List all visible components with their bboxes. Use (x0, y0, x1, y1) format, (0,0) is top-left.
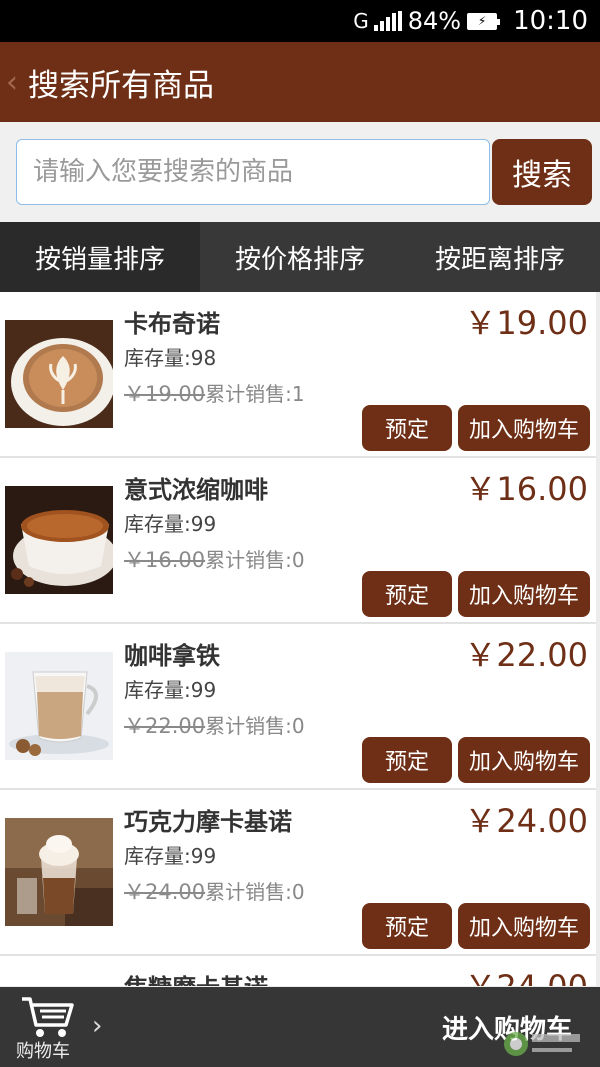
product-item[interactable]: 卡布奇诺 库存量:98 ￥19.00累计销售:1 ￥19.00 预定 加入购物车 (0, 292, 596, 458)
product-price: ￥24.00 (464, 962, 588, 986)
clock: 10:10 (513, 6, 588, 36)
product-stock: 库存量:98 (124, 346, 217, 370)
status-bar: G 84% ⚡ 10:10 (0, 0, 600, 42)
product-name: 咖啡拿铁 (124, 642, 220, 670)
reserve-button[interactable]: 预定 (362, 737, 452, 783)
tab-sort-by-sales[interactable]: 按销量排序 (0, 222, 200, 292)
back-icon[interactable]: ‹ (6, 65, 26, 100)
product-item[interactable]: 巧克力摩卡基诺 库存量:99 ￥24.00累计销售:0 ￥24.00 预定 加入… (0, 790, 596, 956)
reserve-button[interactable]: 预定 (362, 571, 452, 617)
sales-count: 累计销售:0 (205, 880, 305, 904)
cart-label: 购物车 (16, 1041, 70, 1062)
product-name: 意式浓缩咖啡 (124, 476, 268, 504)
product-meta: ￥24.00累计销售:0 (124, 876, 305, 906)
product-price: ￥24.00 (464, 802, 588, 840)
product-meta: ￥19.00累计销售:1 (124, 378, 305, 408)
product-item[interactable]: 焦糖摩卡基诺 ￥24.00 (0, 956, 596, 986)
original-price: ￥24.00 (124, 880, 206, 904)
product-list: 卡布奇诺 库存量:98 ￥19.00累计销售:1 ￥19.00 预定 加入购物车… (0, 292, 600, 986)
add-to-cart-button[interactable]: 加入购物车 (458, 737, 590, 783)
product-item[interactable]: 意式浓缩咖啡 库存量:99 ￥16.00累计销售:0 ￥16.00 预定 加入购… (0, 458, 596, 624)
battery-percent: 84% (407, 7, 462, 35)
battery-icon: ⚡ (467, 12, 501, 30)
original-price: ￥19.00 (124, 382, 206, 406)
tab-sort-by-price[interactable]: 按价格排序 (200, 222, 400, 292)
add-to-cart-button[interactable]: 加入购物车 (458, 571, 590, 617)
product-meta: ￥22.00累计销售:0 (124, 710, 305, 740)
product-name: 卡布奇诺 (124, 310, 220, 338)
product-stock: 库存量:99 (124, 512, 217, 536)
reserve-button[interactable]: 预定 (362, 405, 452, 451)
sales-count: 累计销售:0 (205, 548, 305, 572)
sort-tabs: 按销量排序 按价格排序 按距离排序 (0, 222, 600, 292)
product-meta: ￥16.00累计销售:0 (124, 544, 305, 574)
sales-count: 累计销售:0 (205, 714, 305, 738)
search-input[interactable] (16, 139, 490, 205)
search-bar: 搜索 (0, 122, 600, 222)
app-header: ‹ 搜索所有商品 (0, 42, 600, 122)
product-stock: 库存量:99 (124, 844, 217, 868)
watermark-logo (504, 1032, 580, 1056)
signal-type: G (353, 9, 368, 33)
product-image (5, 486, 113, 594)
sales-count: 累计销售:1 (205, 382, 305, 406)
shopping-cart-icon[interactable] (20, 995, 76, 1039)
page-title: 搜索所有商品 (28, 67, 214, 104)
tab-sort-by-distance[interactable]: 按距离排序 (400, 222, 600, 292)
product-price: ￥16.00 (464, 470, 588, 508)
product-item[interactable]: 咖啡拿铁 库存量:99 ￥22.00累计销售:0 ￥22.00 预定 加入购物车 (0, 624, 596, 790)
original-price: ￥22.00 (124, 714, 206, 738)
add-to-cart-button[interactable]: 加入购物车 (458, 405, 590, 451)
add-to-cart-button[interactable]: 加入购物车 (458, 903, 590, 949)
product-image (5, 818, 113, 926)
product-name: 焦糖摩卡基诺 (124, 968, 268, 986)
product-name: 巧克力摩卡基诺 (124, 808, 292, 836)
original-price: ￥16.00 (124, 548, 206, 572)
product-price: ￥22.00 (464, 636, 588, 674)
product-stock: 库存量:99 (124, 678, 217, 702)
chevron-right-icon[interactable]: › (92, 1011, 102, 1041)
product-price: ￥19.00 (464, 304, 588, 342)
signal-icon (372, 11, 402, 31)
product-image (5, 652, 113, 760)
search-button[interactable]: 搜索 (492, 139, 592, 205)
product-image (5, 320, 113, 428)
reserve-button[interactable]: 预定 (362, 903, 452, 949)
